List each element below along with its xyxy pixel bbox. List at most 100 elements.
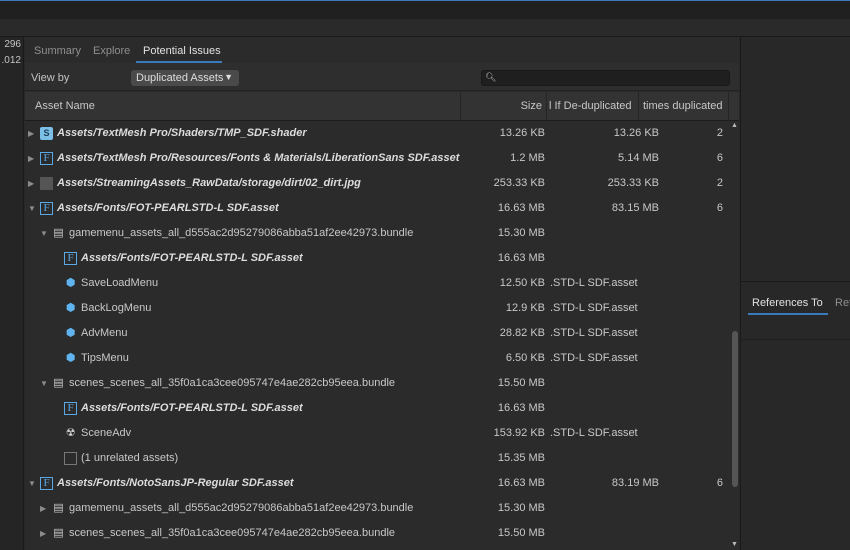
times-duplicated: 6: [716, 152, 723, 164]
dedup-size: .STD-L SDF.asset: [550, 277, 638, 289]
tree-row[interactable]: ▶ Assets/StreamingAssets_RawData/storage/…: [25, 171, 731, 196]
table-header: Asset Name Size l If De-duplicated times…: [25, 92, 739, 121]
asset-size: 12.9 KB: [505, 302, 545, 314]
bundle-icon: ▤: [53, 227, 64, 239]
asset-name: (1 unrelated assets): [81, 452, 179, 464]
asset-name: AdvMenu: [81, 327, 128, 339]
asset-tree-list: ▶ S Assets/TextMesh Pro/Shaders/TMP_SDF.sh…: [25, 121, 731, 550]
vertical-scrollbar[interactable]: ▲ ▼: [731, 121, 739, 550]
dedup-size: .STD-L SDF.asset: [550, 427, 638, 439]
asset-name: BackLogMenu: [81, 302, 152, 314]
tree-row[interactable]: ⬢ BackLogMenu 12.9 KB .STD-L SDF.asset: [25, 296, 731, 321]
dedup-size: 5.14 MB: [618, 152, 659, 164]
tree-row[interactable]: ▼ F Assets/Fonts/NotoSansJP-Regular SDF.as…: [25, 471, 731, 496]
asset-size: 153.92 KB: [493, 427, 545, 439]
view-by-row: View by Duplicated Assets ▼ 🔍︎: [25, 63, 739, 91]
asset-size: 253.33 KB: [493, 177, 545, 189]
tree-row[interactable]: ▼ ▤ scenes_scenes_all_35f0a1ca3cee095747e4…: [25, 371, 731, 396]
dedup-size: 83.15 MB: [611, 202, 659, 214]
view-by-dropdown[interactable]: Duplicated Assets ▼: [131, 70, 239, 86]
asset-size: 1.2 MB: [510, 152, 545, 164]
column-header-asset-name[interactable]: Asset Name: [25, 92, 461, 121]
tree-row[interactable]: ▼ F Assets/Fonts/FOT-PEARLSTD-L SDF.asset 1…: [25, 196, 731, 221]
toolbar-strip: [0, 19, 850, 37]
expand-right-icon[interactable]: ▶: [28, 171, 34, 196]
column-header-times-duplicated[interactable]: times duplicated: [639, 92, 729, 121]
tree-row[interactable]: ▶ F Assets/TextMesh Pro/Resources/Fonts & …: [25, 146, 731, 171]
tree-row[interactable]: ⬢ AdvMenu 28.82 KB .STD-L SDF.asset: [25, 321, 731, 346]
expand-down-icon[interactable]: ▼: [28, 196, 36, 221]
scene-icon: ☢: [65, 427, 76, 439]
asset-size: 13.26 KB: [499, 127, 545, 139]
asset-name: Assets/StreamingAssets_RawData/storage/d…: [57, 177, 361, 189]
asset-size: 28.82 KB: [499, 327, 545, 339]
image-icon: [40, 177, 53, 190]
dedup-size: 83.19 MB: [611, 477, 659, 489]
asset-size: 15.30 MB: [497, 227, 545, 239]
tree-row[interactable]: ⬢ TipsMenu 6.50 KB .STD-L SDF.asset: [25, 346, 731, 371]
font-asset-icon: F: [64, 252, 77, 265]
tree-row[interactable]: F Assets/Fonts/FOT-PEARLSTD-L SDF.asset 16…: [25, 396, 731, 421]
tab-references-to[interactable]: References To: [752, 297, 823, 309]
caret-down-icon: ▼: [224, 72, 233, 82]
font-asset-icon: F: [40, 202, 53, 215]
asset-size: 15.50 MB: [497, 527, 545, 539]
asset-name: Assets/TextMesh Pro/Shaders/TMP_SDF.shad…: [57, 127, 307, 139]
asset-name: scenes_scenes_all_35f0a1ca3cee095747e4ae…: [69, 527, 396, 539]
prefab-icon: ⬢: [65, 302, 76, 314]
tab-explore[interactable]: Explore: [93, 45, 130, 57]
asset-size: 16.63 MB: [497, 202, 545, 214]
column-header-dedup[interactable]: l If De-duplicated: [547, 92, 639, 121]
asset-size: 16.63 MB: [497, 477, 545, 489]
tree-row[interactable]: ▼ ▤ gamemenu_assets_all_d555ac2d95279086ab…: [25, 221, 731, 246]
search-field[interactable]: 🔍︎: [481, 70, 730, 86]
scroll-up-icon[interactable]: ▲: [731, 122, 738, 129]
tab-bar: Summary Explore Potential Issues: [25, 37, 739, 63]
times-duplicated: 2: [716, 177, 723, 189]
bundle-icon: ▤: [53, 377, 64, 389]
left-side-panel: 296 .012: [0, 37, 24, 550]
dedup-size: .STD-L SDF.asset: [550, 327, 638, 339]
asset-name: SceneAdv: [81, 427, 132, 439]
tab-summary[interactable]: Summary: [34, 45, 81, 57]
left-value-2: .012: [1, 55, 21, 66]
references-list: [741, 339, 850, 550]
times-duplicated: 6: [716, 477, 723, 489]
asset-size: 12.50 KB: [499, 277, 545, 289]
asset-name: scenes_scenes_all_35f0a1ca3cee095747e4ae…: [69, 377, 396, 389]
prefab-icon: ⬢: [65, 327, 76, 339]
expand-down-icon[interactable]: ▼: [28, 471, 36, 496]
column-header-size[interactable]: Size: [461, 92, 547, 121]
expand-right-icon[interactable]: ▶: [40, 496, 46, 521]
tab-referenced-by[interactable]: Ref: [835, 297, 850, 309]
tree-row[interactable]: ▶ S Assets/TextMesh Pro/Shaders/TMP_SDF.sh…: [25, 121, 731, 146]
asset-name: gamemenu_assets_all_d555ac2d95279086abba…: [69, 227, 414, 239]
tree-row[interactable]: ☢ SceneAdv 153.92 KB .STD-L SDF.asset: [25, 421, 731, 446]
asset-analysis-panel: Summary Explore Potential Issues View by…: [25, 37, 739, 550]
expand-right-icon[interactable]: ▶: [28, 121, 34, 146]
font-asset-icon: F: [40, 152, 53, 165]
search-icon: 🔍︎: [485, 72, 497, 82]
view-by-label: View by: [31, 72, 70, 84]
asset-name: Assets/TextMesh Pro/Resources/Fonts & Ma…: [57, 152, 460, 164]
expand-right-icon[interactable]: ▶: [40, 521, 46, 546]
asset-size: 6.50 KB: [505, 352, 545, 364]
asset-size: 15.50 MB: [497, 377, 545, 389]
tree-row[interactable]: ▶ ▤ scenes_scenes_all_35f0a1ca3cee095747e4…: [25, 521, 731, 546]
prefab-icon: ⬢: [65, 352, 76, 364]
scrollbar-thumb[interactable]: [732, 331, 738, 487]
tree-row[interactable]: (1 unrelated assets) 15.35 MB: [25, 446, 731, 471]
tree-row[interactable]: F Assets/Fonts/FOT-PEARLSTD-L SDF.asset 16…: [25, 246, 731, 271]
dedup-size: 253.33 KB: [607, 177, 659, 189]
tab-potential-issues[interactable]: Potential Issues: [143, 45, 221, 57]
bundle-icon: ▤: [53, 527, 64, 539]
expand-down-icon[interactable]: ▼: [40, 371, 48, 396]
tree-row[interactable]: ⬢ SaveLoadMenu 12.50 KB .STD-L SDF.asset: [25, 271, 731, 296]
references-panel: References To Ref: [740, 37, 850, 550]
expand-right-icon[interactable]: ▶: [28, 146, 34, 171]
expand-down-icon[interactable]: ▼: [40, 221, 48, 246]
shader-icon: S: [40, 127, 53, 140]
tree-row[interactable]: ▶ ▤ gamemenu_assets_all_d555ac2d95279086ab…: [25, 496, 731, 521]
asset-size: 15.30 MB: [497, 502, 545, 514]
scroll-down-icon[interactable]: ▼: [731, 541, 738, 548]
